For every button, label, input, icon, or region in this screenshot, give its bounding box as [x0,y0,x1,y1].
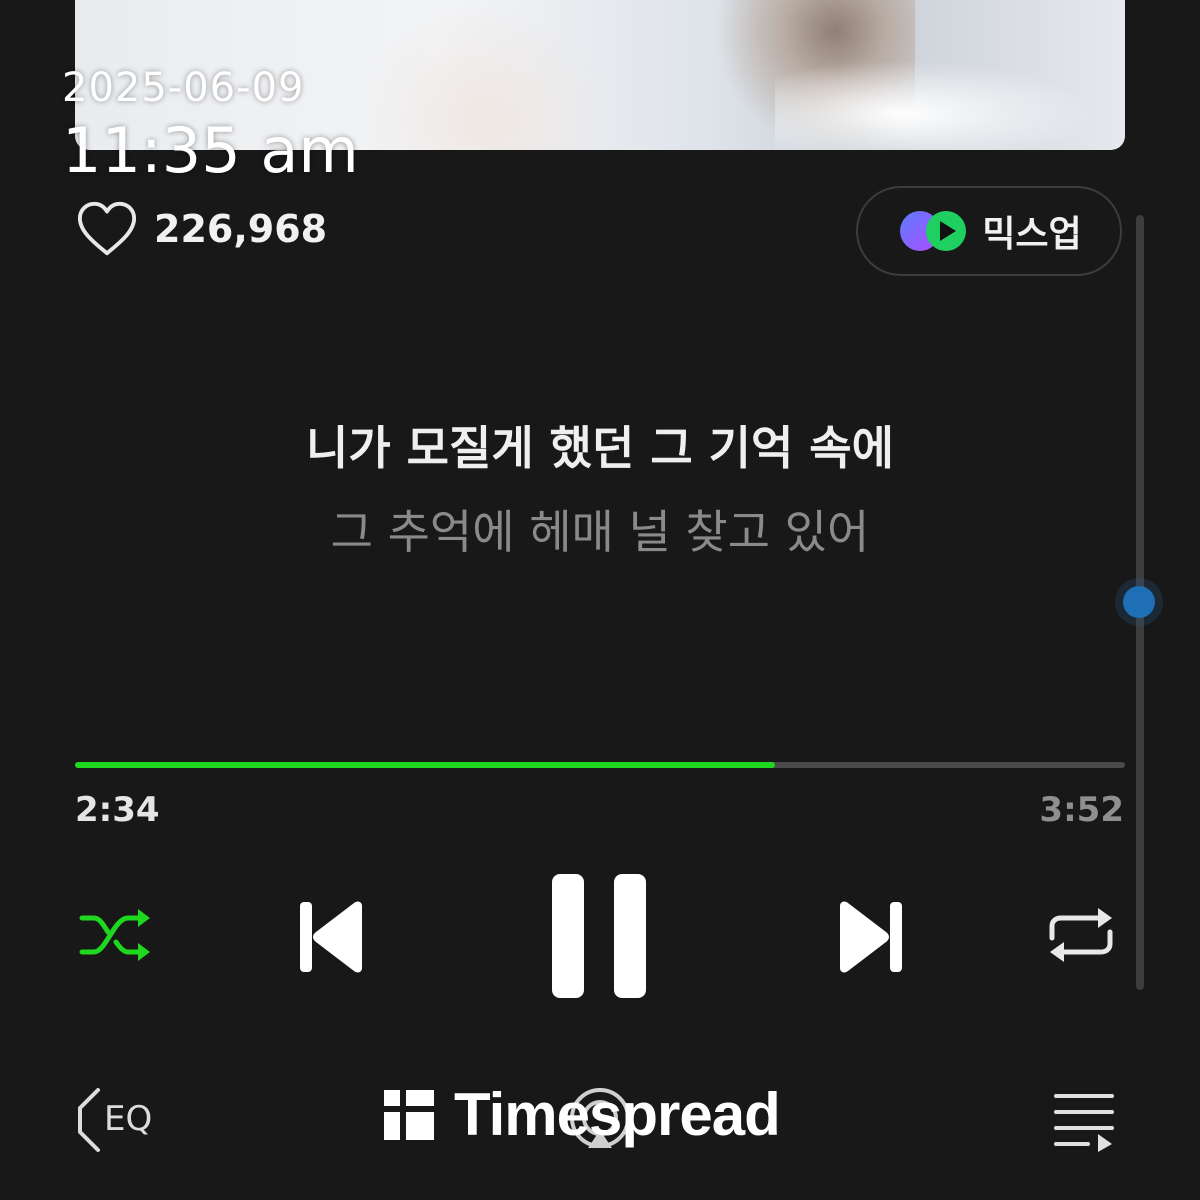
elapsed-time: 2:34 [75,790,160,830]
heart-outline-icon [77,201,137,256]
watermark-logo-icon [384,1089,434,1140]
total-duration: 3:52 [1039,790,1124,830]
repeat-button[interactable] [1044,902,1118,968]
pause-icon [552,874,646,998]
playlist-button[interactable] [1052,1088,1118,1152]
lyric-current-line[interactable]: 니가 모질게 했던 그 기억 속에 [0,412,1200,478]
overlay-time: 11:35 am [62,114,359,187]
eq-label: EQ [104,1099,153,1139]
skip-previous-icon [300,901,362,973]
shuffle-icon [79,909,150,961]
mixup-button[interactable]: 믹스업 [856,186,1122,276]
eq-button[interactable]: EQ [74,1082,164,1156]
shuffle-button[interactable] [76,900,156,970]
progress-fill [75,762,776,768]
speaker-eq-icon [78,1088,100,1152]
skip-next-icon [840,901,902,973]
scrollbar-thumb[interactable] [1123,586,1155,618]
watermark: Timespread [384,1080,781,1149]
lyric-next-line[interactable]: 그 추억에 헤매 널 찾고 있어 [0,496,1200,562]
mixup-logo-icon [900,211,967,251]
next-button[interactable] [834,898,906,976]
mixup-label: 믹스업 [982,214,1082,255]
pause-button[interactable] [548,870,652,1002]
previous-button[interactable] [296,898,368,976]
repeat-icon [1049,908,1113,962]
timestamp-overlay: 2025-06-09 11:35 am [62,64,359,186]
progress-bar[interactable] [75,762,1125,768]
like-count: 226,968 [154,207,328,251]
watermark-text: Timespread [454,1081,781,1148]
playlist-icon [1054,1094,1114,1152]
overlay-date: 2025-06-09 [62,65,305,111]
like-button[interactable]: 226,968 [76,200,327,258]
